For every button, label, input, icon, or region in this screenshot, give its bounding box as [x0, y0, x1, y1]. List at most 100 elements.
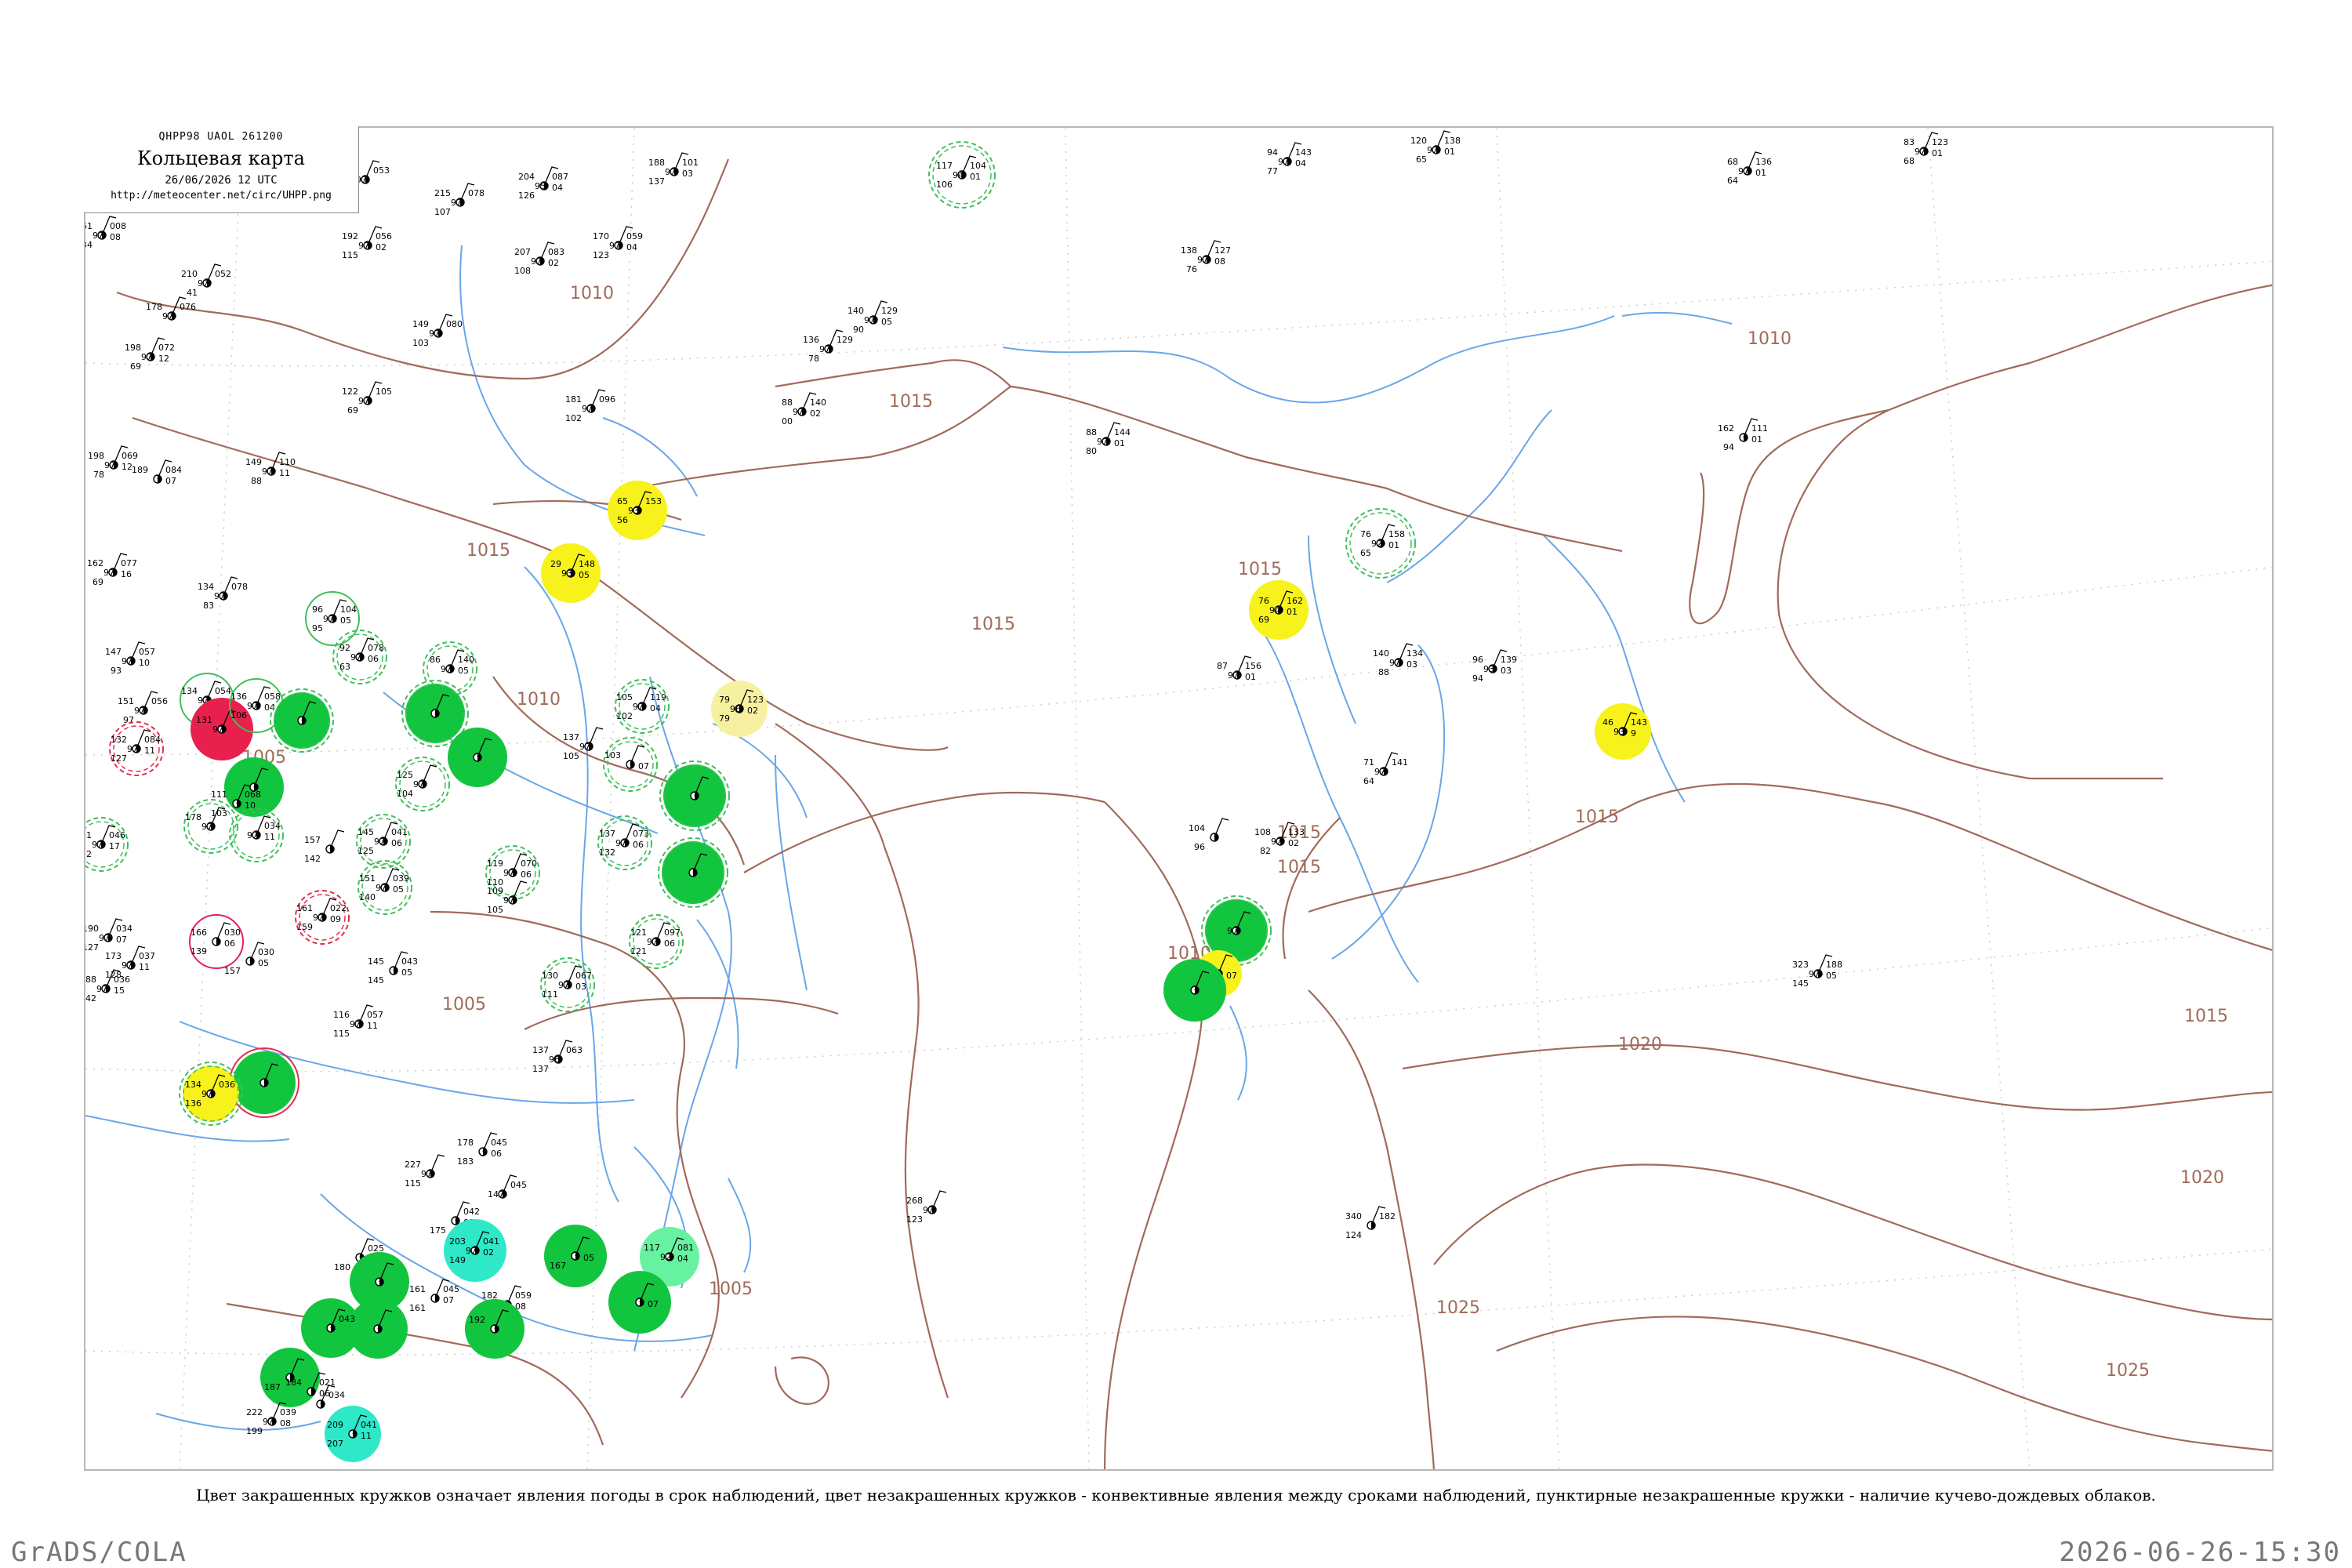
station-plot[interactable]: 18197132 04617	[85, 817, 129, 872]
station-plot[interactable]: 161 161 04507	[409, 1279, 459, 1313]
station-plot[interactable]: 1229769 105	[342, 381, 392, 416]
station-plot[interactable]: 209 207 04111	[325, 1406, 381, 1462]
station-plot[interactable]: 11794106 10401	[928, 141, 996, 209]
station-plot[interactable]: 189 08407	[132, 459, 182, 486]
station-plot[interactable]: 1629769 07716	[87, 553, 137, 587]
station-plot[interactable]: 8797 15601	[1217, 655, 1261, 682]
station-plot[interactable]: 178 183 04506	[457, 1132, 507, 1167]
station-plot[interactable]: 16197159 02209	[295, 890, 350, 945]
station-plot[interactable]: 14597125 04106	[356, 814, 411, 869]
station-plot[interactable]	[448, 728, 507, 787]
station-plot[interactable]: 1499788 11011	[245, 452, 296, 486]
station-plot[interactable]: 104 96	[1189, 818, 1229, 852]
station-plot[interactable]: 1349783 078	[198, 576, 248, 611]
station-tendency-value: 06	[224, 938, 235, 949]
station-plot[interactable]: 1479793 05710	[105, 641, 155, 676]
station-plot[interactable]: 19297115 05602	[342, 226, 392, 260]
station-plot[interactable]: 689764 13601	[1727, 151, 1772, 186]
station-plot[interactable]: 10597102 11904	[615, 679, 670, 734]
station-plot[interactable]: 969795 10405	[305, 591, 360, 646]
station-plot[interactable]: 1409790 12905	[848, 300, 898, 335]
station-tendency-value: 06	[368, 654, 379, 664]
station-plot[interactable]: 1389776 12708	[1181, 240, 1231, 274]
station-plot[interactable]: 1369778 129	[803, 329, 853, 364]
map-header: QHPP98 UAOL 261200 Кольцевая карта 26/06…	[84, 126, 359, 213]
station-plot[interactable]: 1209765 13801	[1410, 130, 1461, 165]
station-plot[interactable]: 157 142	[304, 829, 345, 864]
station-plot[interactable]: 13497136 036	[179, 1062, 243, 1126]
station-plot[interactable]: 166 139 03006	[189, 914, 244, 969]
station-tendency-value: 06	[633, 840, 644, 850]
station-pressure-value: 101	[682, 158, 699, 168]
station-plot[interactable]: 167 05	[544, 1225, 607, 1287]
station-plot[interactable]: 17097123 05904	[593, 226, 643, 260]
source-url[interactable]: http://meteocenter.net/circ/UHPP.png	[84, 190, 358, 201]
station-plot[interactable]: 799679 12302	[711, 681, 768, 737]
station-plot[interactable]: 1519797056	[118, 691, 168, 725]
station-plot[interactable]: 2993 14805	[541, 543, 601, 603]
station-plot[interactable]: 1989778 06912	[88, 445, 138, 480]
station-plot[interactable]: 1989769 07212	[125, 337, 175, 372]
station-plot[interactable]	[229, 1047, 299, 1118]
station-pressure-value: 034	[264, 821, 281, 831]
station-plot[interactable]: 839768 12301	[1904, 132, 1948, 166]
station-plot[interactable]: 13097111 06703	[540, 957, 595, 1012]
station-plot[interactable]: 192	[465, 1299, 524, 1359]
station-plot[interactable]: 20397149 04102	[444, 1219, 506, 1282]
station-plot[interactable]: 22797115	[405, 1154, 445, 1189]
station-visibility-value: 107	[434, 207, 451, 217]
station-plot[interactable]: 32397145 18805	[1792, 954, 1842, 989]
station-plot[interactable]: 147 045	[488, 1174, 527, 1200]
station-temperature-value: 204	[518, 172, 535, 182]
station-plot[interactable]: 1409788 13403	[1373, 643, 1423, 677]
station-plot[interactable]: 4693 1439	[1595, 703, 1651, 760]
station-plot[interactable]: 949777 14304	[1267, 142, 1312, 176]
station-plot[interactable]	[1163, 959, 1226, 1022]
station-plot[interactable]: 2109741 052	[181, 263, 231, 298]
station-plot[interactable]: 21597107 078	[434, 183, 485, 217]
station-plot[interactable]: 889700 14002	[782, 392, 826, 426]
station-plot[interactable]: 18197102 096	[565, 389, 615, 423]
station-plot[interactable]: 929763 07806	[332, 630, 387, 684]
station-plot[interactable]: 719764 141	[1363, 752, 1408, 786]
station-pressure-value: 039	[280, 1407, 296, 1417]
station-plot[interactable]: 19097127 03407	[85, 918, 132, 953]
station-pressure-value: 136	[1755, 157, 1772, 167]
station-plot[interactable]: 15197140 03905	[358, 860, 412, 915]
station-temperature-value: 120	[1410, 136, 1427, 146]
station-plot[interactable]: 17897 076	[146, 296, 196, 321]
station-plot[interactable]: 340 124 182	[1345, 1206, 1396, 1240]
station-visibility-value: 102	[565, 413, 582, 423]
station-plot[interactable]: 13797105	[563, 727, 604, 761]
station-plot[interactable]: 889780 14401	[1086, 422, 1131, 456]
station-plot[interactable]: 07	[608, 1271, 671, 1334]
station-plot[interactable]: 11697115 05711	[333, 1004, 383, 1039]
station-visibility-value: 105	[563, 751, 579, 761]
station-dewpoint-value: 97	[323, 614, 334, 624]
station-plot[interactable]: 20495126 08704	[518, 166, 568, 201]
station-plot[interactable]	[658, 837, 728, 908]
station-plot[interactable]: 1739712803711	[105, 946, 155, 980]
station-plot[interactable]: 659356 153	[608, 481, 667, 540]
station-pressure-value: 043	[339, 1314, 355, 1324]
station-plot[interactable]: 13796137 063	[532, 1040, 583, 1074]
station-plot[interactable]	[659, 760, 730, 831]
station-plot[interactable]: 043	[301, 1298, 361, 1358]
station-plot[interactable]: 145 145 04305	[368, 951, 418, 985]
station-plot[interactable]: 13797132 07306	[597, 815, 652, 870]
station-plot[interactable]: 26897123	[906, 1190, 947, 1225]
station-visibility-value: 175	[430, 1225, 446, 1236]
station-plot[interactable]: 12597104	[395, 757, 450, 811]
station-plot[interactable]: 969394 13903	[1472, 649, 1517, 684]
map-frame[interactable]: 1010 1015 1015 1015 1015 1010 1005 1010 …	[84, 126, 2274, 1471]
station-plot[interactable]: 769265 15801	[1345, 508, 1416, 579]
station-plot[interactable]: 18897137 10103	[648, 152, 699, 187]
station-pressure-value: 134	[1406, 648, 1423, 659]
station-plot[interactable]: 769469 16201	[1249, 580, 1308, 640]
station-plot[interactable]: 13297127 08411	[109, 721, 164, 776]
station-plot[interactable]: 14997103 080	[412, 314, 463, 348]
station-plot[interactable]: 162 94 11101	[1718, 418, 1768, 452]
station-plot[interactable]: 20797108 08302	[514, 241, 564, 276]
station-plot[interactable]: 22297199 03908	[246, 1402, 296, 1436]
station-plot[interactable]: 2619734 00808	[85, 216, 126, 250]
